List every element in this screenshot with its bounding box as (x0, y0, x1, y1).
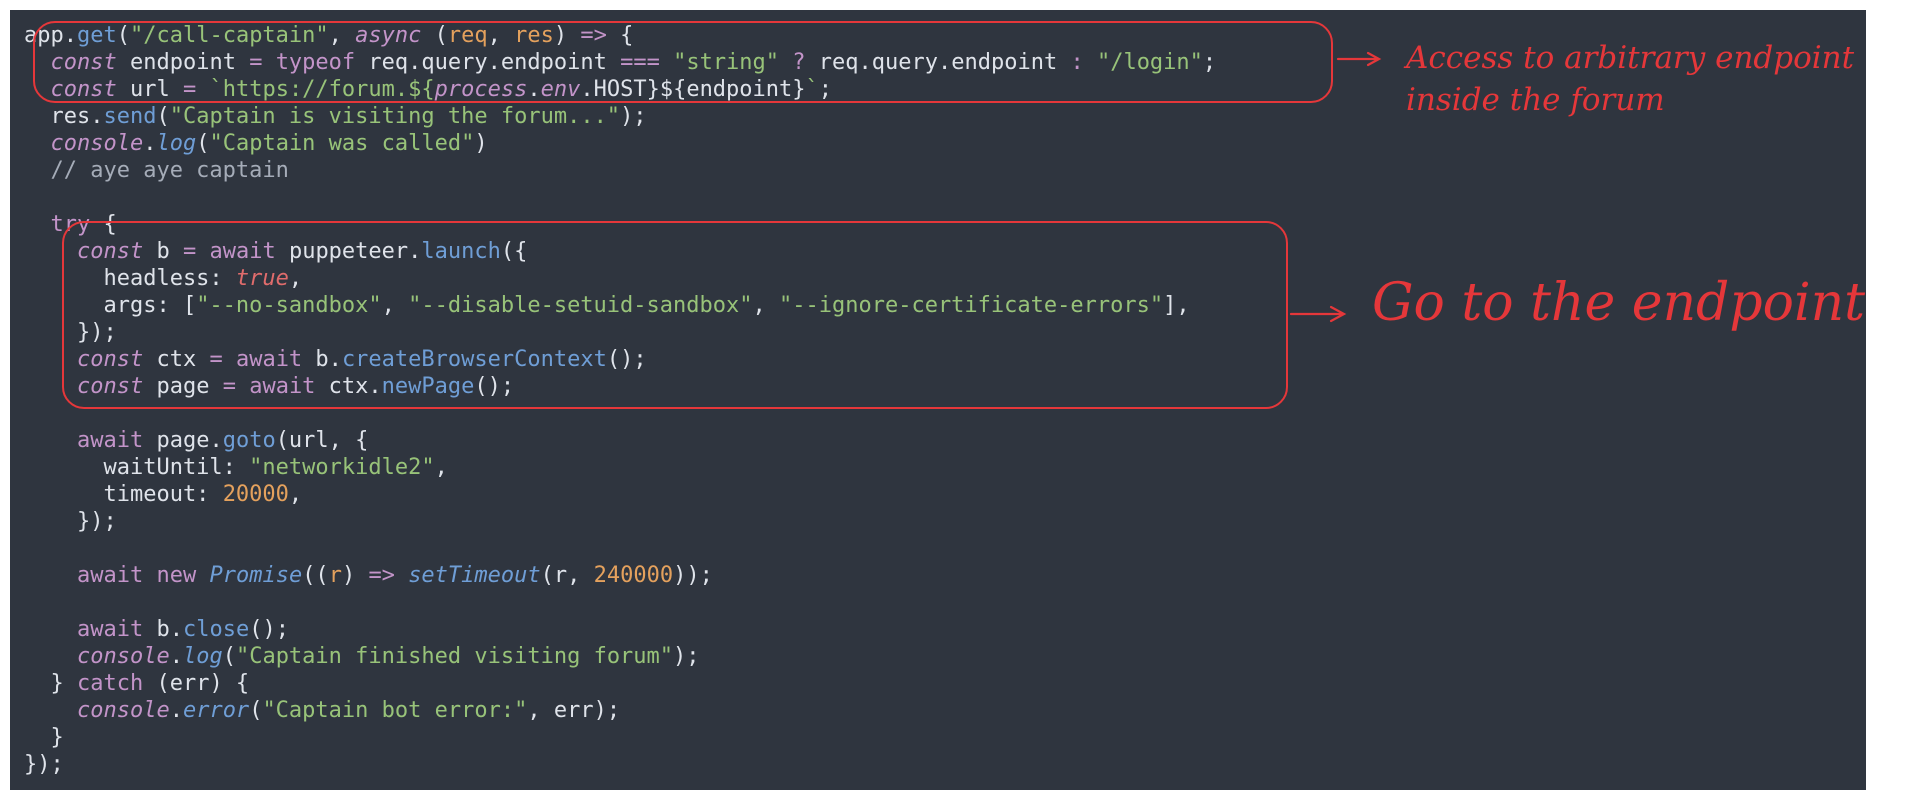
code-token: goto (222, 428, 276, 453)
code-token: } (24, 725, 64, 750)
code-token: . (143, 131, 157, 156)
code-line: }); (24, 751, 64, 778)
code-token: // aye aye captain (24, 158, 289, 183)
code-token: send (103, 104, 157, 129)
code-token: log (156, 131, 197, 156)
annotation-box-endpoint (33, 21, 1333, 103)
code-token: , (434, 455, 448, 480)
code-token: ( (156, 104, 170, 129)
code-token: r (328, 563, 342, 588)
code-token: timeout: (24, 482, 223, 507)
annotation-note-1-line-1: Access to arbitrary endpoint (1406, 40, 1855, 76)
annotation-note-1-line-2: inside the forum (1406, 82, 1665, 118)
code-token: }); (24, 509, 117, 534)
code-token: )); (673, 563, 713, 588)
code-token: await (76, 428, 144, 453)
code-token: await (76, 617, 144, 642)
code-token: ) (474, 131, 488, 156)
annotation-note-1: Access to arbitrary endpoint inside the … (1406, 37, 1854, 121)
code-token: ); (673, 644, 700, 669)
code-token: res. (24, 104, 104, 129)
code-token: b. (143, 617, 183, 642)
code-line: console.log("Captain finished visiting f… (24, 643, 700, 670)
arrow-icon (1289, 305, 1347, 323)
code-token: page. (143, 428, 223, 453)
code-token: "Captain was called" (209, 131, 475, 156)
code-line: console.error("Captain bot error:", err)… (24, 697, 620, 724)
code-token: ); (620, 104, 647, 129)
code-token: error (182, 698, 250, 723)
code-token: setTimeout (408, 563, 541, 588)
code-token: "Captain bot error:" (262, 698, 528, 723)
annotation-box-browser-launch (62, 221, 1288, 409)
code-token: (( (302, 563, 329, 588)
code-token: Promise (209, 563, 303, 588)
code-line: await page.goto(url, { (24, 427, 368, 454)
code-token: (); (249, 617, 289, 642)
code-token: ) (341, 563, 369, 588)
code-token: (r, (540, 563, 594, 588)
code-token: (err) { (143, 671, 250, 696)
code-line: await new Promise((r) => setTimeout(r, 2… (24, 562, 713, 589)
code-token: "Captain finished visiting forum" (235, 644, 674, 669)
code-token: console (76, 644, 170, 669)
code-token: console (76, 698, 170, 723)
code-token: log (182, 644, 223, 669)
code-line: await b.close(); (24, 616, 289, 643)
code-token: => (368, 563, 395, 588)
code-token: catch (76, 671, 144, 696)
code-token: 240000 (593, 563, 674, 588)
code-token: }); (24, 752, 64, 777)
code-token: ( (196, 131, 210, 156)
code-token: await (76, 563, 144, 588)
code-line: console.log("Captain was called") (24, 130, 488, 157)
code-token: "Captain is visiting the forum..." (169, 104, 621, 129)
code-line: } (24, 724, 64, 751)
code-line: }); (24, 508, 117, 535)
code-line: // aye aye captain (24, 157, 289, 184)
code-token: console (50, 131, 144, 156)
code-token: , (288, 482, 303, 507)
code-token: new (156, 563, 197, 588)
code-token: ( (249, 698, 263, 723)
code-token: } (24, 671, 77, 696)
arrow-icon (1336, 51, 1382, 67)
code-token: , err); (527, 698, 621, 723)
code-token: close (182, 617, 250, 642)
annotation-note-2: Go to the endpoint (1372, 273, 1865, 333)
code-token: (url, { (275, 428, 369, 453)
code-line: res.send("Captain is visiting the forum.… (24, 103, 647, 130)
code-token: ( (222, 644, 236, 669)
code-line: waitUntil: "networkidle2", (24, 454, 448, 481)
code-token: waitUntil: (24, 455, 250, 480)
code-line: } catch (err) { (24, 670, 249, 697)
code-token: . (169, 644, 183, 669)
code-token: "networkidle2" (249, 455, 435, 480)
code-token: 20000 (222, 482, 289, 507)
code-token: . (169, 698, 183, 723)
code-line: timeout: 20000, (24, 481, 302, 508)
